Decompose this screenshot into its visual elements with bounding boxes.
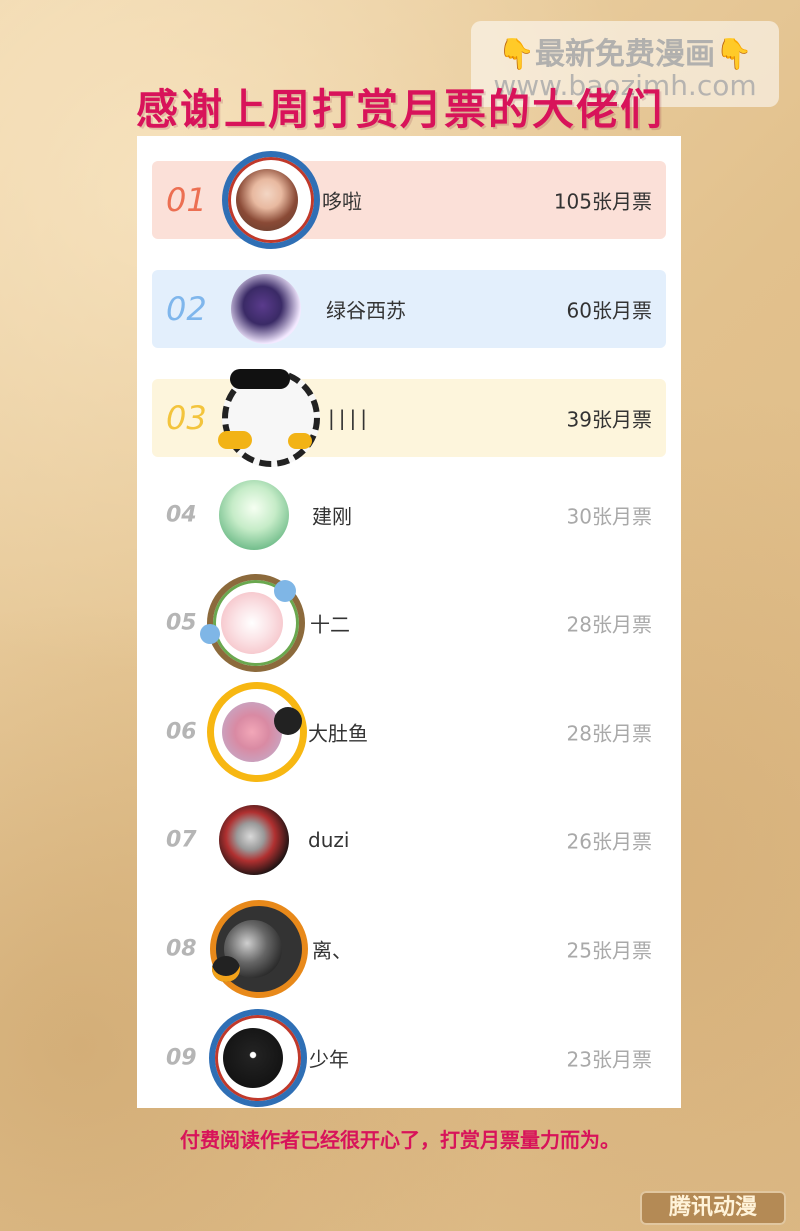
avatar[interactable] [223,1028,283,1088]
user-name[interactable]: 离、 [312,935,352,964]
page-title: 感谢上周打赏月票的大佬们 [135,85,664,134]
rank-number: 03 [166,399,207,437]
ranking-row-9: 09 少年 23张月票 [152,1009,666,1107]
rank-number: 05 [166,610,197,636]
avatar[interactable] [221,592,283,654]
user-name[interactable]: 哆啦 [322,186,362,215]
penguin-icon [274,707,302,735]
pointing-down-hand-icon: 👇 [497,37,535,72]
ranking-row-6: 06 大肚鱼 28张月票 [152,682,666,782]
ranking-panel: 01 哆啦 105张月票 02 绿谷西苏 60张月票 03 |||| 39张月票… [137,136,681,1108]
user-name[interactable]: |||| [328,406,371,430]
avatar[interactable] [231,274,301,344]
ranking-row-2: 02 绿谷西苏 60张月票 [152,270,666,348]
user-name[interactable]: 大肚鱼 [308,718,368,747]
sunglasses-icon [230,369,290,389]
vote-count: 60张月票 [566,298,652,323]
ranking-row-4: 04 建刚 30张月票 [152,476,666,554]
ranking-row-1: 01 哆啦 105张月票 [152,151,666,249]
vote-count: 28张月票 [566,612,652,637]
rank-number: 08 [166,936,197,962]
rank-number: 02 [166,290,207,328]
avatar[interactable] [222,702,282,762]
pointing-down-hand-icon: 👇 [715,37,753,72]
gold-coins-icon [218,431,252,449]
watermark-label: 最新免费漫画 [535,37,715,72]
ranking-row-8: 08 离、 25张月票 [152,900,666,998]
vote-count: 25张月票 [566,938,652,963]
vote-count: 105张月票 [553,189,652,214]
ranking-row-5: 05 十二 28张月票 [152,574,666,672]
vote-count: 30张月票 [566,504,652,529]
user-name[interactable]: 十二 [310,609,350,638]
penguin-icon [212,956,240,982]
user-name[interactable]: 绿谷西苏 [326,295,406,324]
user-name[interactable]: duzi [308,828,349,852]
vote-count: 23张月票 [566,1047,652,1072]
rank-number: 07 [166,827,197,853]
avatar[interactable] [219,480,289,550]
avatar[interactable] [219,805,289,875]
rank-number: 09 [166,1045,197,1071]
rank-number: 01 [166,181,207,219]
footer-note: 付费阅读作者已经很开心了，打赏月票量力而为。 [180,1128,620,1152]
rank-number: 06 [166,719,197,745]
vote-count: 28张月票 [566,721,652,746]
rank-number: 04 [166,502,197,528]
avatar[interactable] [236,169,298,231]
user-name[interactable]: 少年 [309,1044,349,1073]
user-name[interactable]: 建刚 [312,501,352,530]
koala-icon [200,624,220,644]
watermark-title: 👇最新免费漫画👇 [471,29,779,73]
koala-icon [274,580,296,602]
vote-count: 39张月票 [566,407,652,432]
ranking-row-7: 07 duzi 26张月票 [152,801,666,879]
gold-coins-icon [288,433,312,449]
tencent-comic-logo: 腾讯动漫 [640,1191,786,1225]
ranking-row-3: 03 |||| 39张月票 [152,369,666,467]
vote-count: 26张月票 [566,829,652,854]
